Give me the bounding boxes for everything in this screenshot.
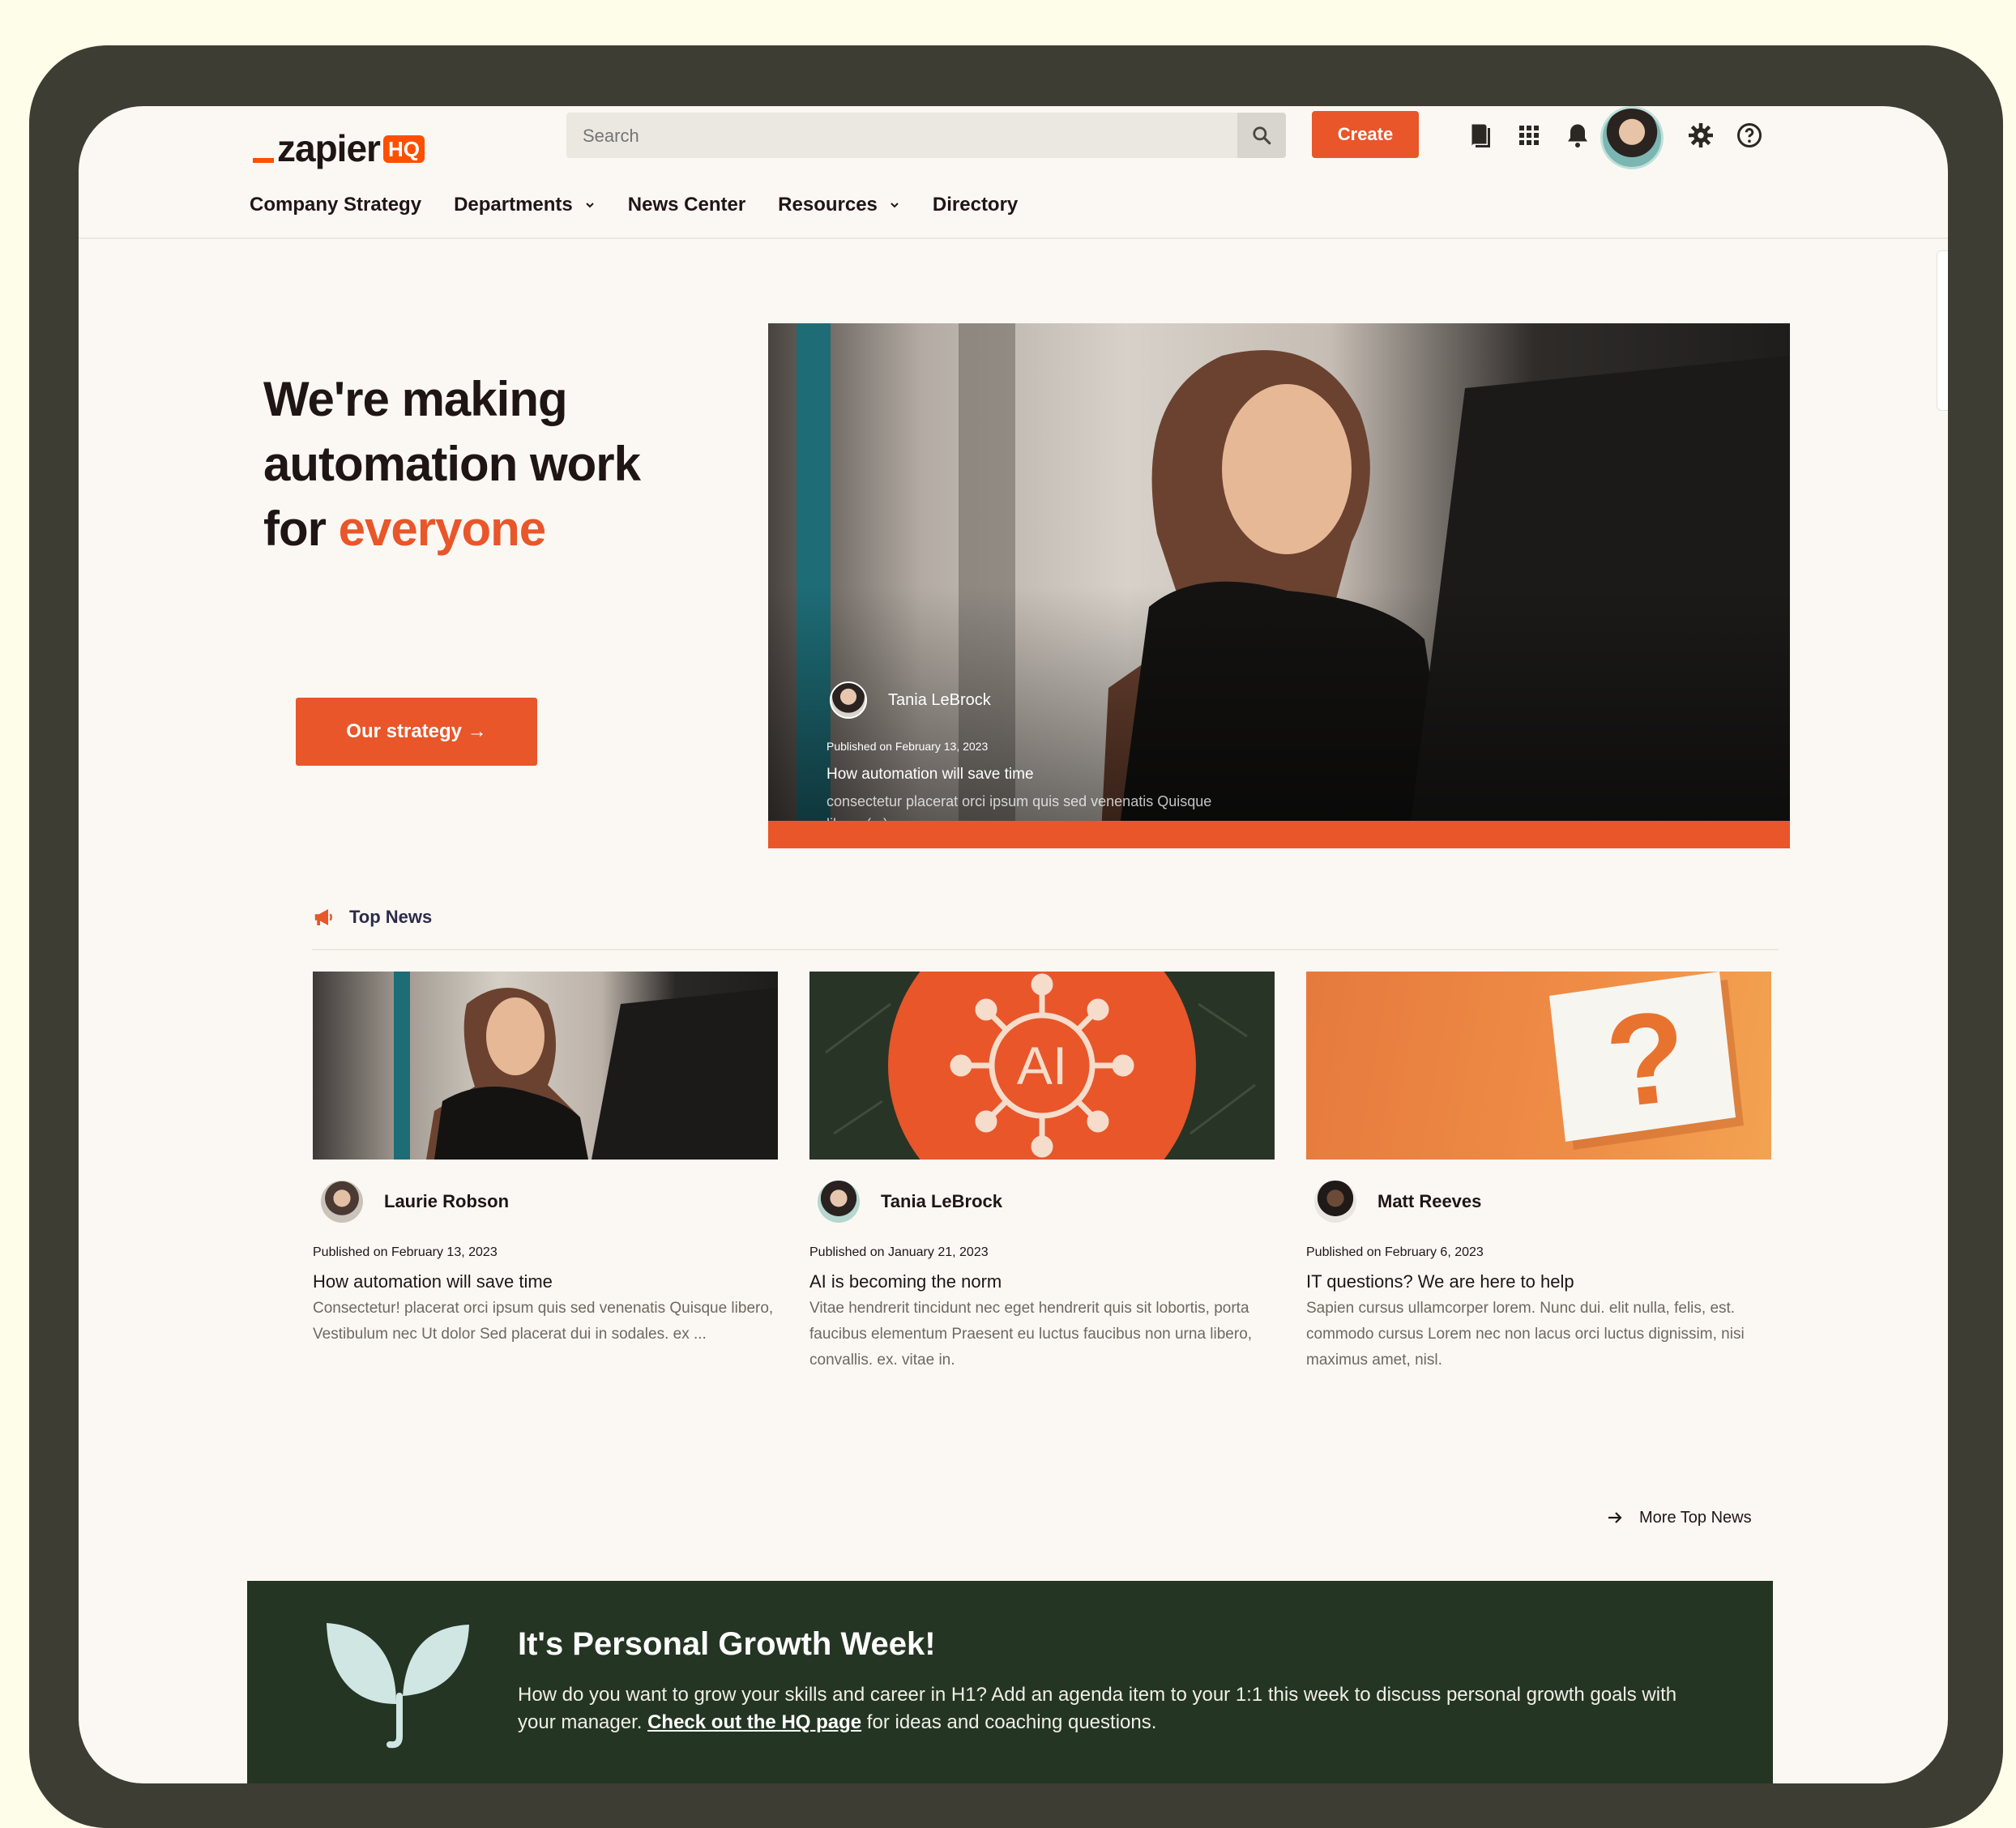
nav-label: News Center <box>627 194 746 216</box>
news-card-author[interactable]: Tania LeBrock <box>818 1181 1275 1223</box>
question-note-illustration <box>1549 972 1744 1150</box>
nav-item-company-strategy[interactable]: Company Strategy <box>250 194 421 216</box>
news-card-excerpt: Vitae hendrerit tincidunt nec eget hendr… <box>809 1300 1253 1369</box>
banner-text-after: for ideas and coaching questions. <box>861 1711 1157 1733</box>
author-avatar <box>321 1181 363 1223</box>
screen: zapier HQ Create <box>79 106 1948 1783</box>
book-icon[interactable] <box>1466 121 1495 150</box>
hero-post-date: Published on February 13, 2023 <box>826 740 989 753</box>
news-card-image[interactable]: ? <box>1306 972 1771 1160</box>
create-button[interactable]: Create <box>1312 111 1419 158</box>
hero-title-line3: for <box>263 502 339 556</box>
hero-author[interactable]: Tania LeBrock <box>830 681 991 719</box>
nav-item-news-center[interactable]: News Center <box>628 194 745 216</box>
hero-title: We're making automation work for everyon… <box>263 367 750 562</box>
search-bar[interactable] <box>566 113 1286 160</box>
nav-label: Company Strategy <box>250 194 422 216</box>
top-news-divider <box>312 949 1779 950</box>
hero-featured-post[interactable]: Tania LeBrock Published on February 13, … <box>768 323 1790 848</box>
news-card-title[interactable]: IT questions? We are here to help <box>1306 1271 1771 1292</box>
our-strategy-button[interactable]: Our strategy → <box>296 698 537 766</box>
news-card-date: Published on January 21, 2023 <box>809 1245 989 1259</box>
news-card[interactable]: Laurie Robson Published on February 13, … <box>313 972 778 1348</box>
hero-title-line2: automation work <box>263 437 641 491</box>
hero-accent-bar <box>768 821 1790 848</box>
user-avatar[interactable] <box>1600 106 1664 169</box>
bookmark-icon[interactable] <box>1946 316 1948 331</box>
logo-word: zapier <box>277 127 381 169</box>
banner-body: How do you want to grow your skills and … <box>518 1681 1693 1736</box>
author-avatar <box>1314 1181 1356 1223</box>
search-input[interactable] <box>566 113 1249 160</box>
more-top-news-link[interactable]: More Top News <box>1605 1508 1752 1527</box>
more-top-news-label: More Top News <box>1639 1508 1752 1527</box>
gear-icon[interactable] <box>1686 121 1715 150</box>
news-card-image[interactable] <box>313 972 778 1160</box>
question-thumb-text: ? <box>1599 982 1694 1135</box>
arrow-right-icon <box>1608 1512 1622 1523</box>
chevron-down-icon <box>586 203 594 208</box>
ai-thumb-text: AI <box>1016 1036 1068 1096</box>
banner-title: It's Personal Growth Week! <box>518 1626 936 1662</box>
news-card-title[interactable]: AI is becoming the norm <box>809 1271 1275 1292</box>
zapier-hq-logo[interactable]: zapier HQ <box>253 124 425 173</box>
hero-author-name: Tania LeBrock <box>888 690 991 709</box>
hero-title-accent: everyone <box>338 502 546 556</box>
author-avatar <box>818 1181 860 1223</box>
news-card-author[interactable]: Laurie Robson <box>321 1181 778 1223</box>
news-card-title[interactable]: How automation will save time <box>313 1271 778 1292</box>
author-name: Matt Reeves <box>1377 1191 1482 1211</box>
hq-page-link[interactable]: Check out the HQ page <box>647 1711 861 1733</box>
news-card-excerpt: Consectetur! placerat orci ipsum quis se… <box>313 1300 774 1343</box>
bell-icon[interactable] <box>1563 121 1592 150</box>
news-card-image[interactable]: AI <box>809 972 1275 1160</box>
device-frame: zapier HQ Create <box>29 45 2003 1828</box>
hero-post-title[interactable]: How automation will save time <box>826 766 1034 784</box>
header-divider <box>79 237 1948 239</box>
nav-label: Resources <box>778 194 878 216</box>
top-news-heading: Top News <box>312 905 432 929</box>
author-name: Laurie Robson <box>384 1191 510 1211</box>
top-news-label: Top News <box>349 907 433 927</box>
news-card-excerpt: Sapien cursus ullamcorper lorem. Nunc du… <box>1306 1300 1745 1369</box>
pencil-icon[interactable] <box>1946 347 1948 361</box>
author-name: Tania LeBrock <box>881 1191 1002 1211</box>
nav-item-departments[interactable]: Departments <box>454 194 596 216</box>
logo-dash <box>253 158 274 163</box>
nav-label: Directory <box>932 194 1019 216</box>
main-nav: Company Strategy Departments News Center… <box>250 194 1018 216</box>
analytics-icon[interactable] <box>1946 378 1948 392</box>
nav-item-directory[interactable]: Directory <box>933 194 1018 216</box>
news-card-date: Published on February 13, 2023 <box>313 1245 498 1259</box>
side-toolbar <box>1937 250 1948 411</box>
author-avatar <box>830 681 867 719</box>
chevron-left-icon[interactable] <box>1946 264 1948 279</box>
logo-badge: HQ <box>382 135 425 163</box>
photo-woman-laptop <box>394 972 778 1160</box>
news-card-date: Published on February 6, 2023 <box>1306 1245 1484 1259</box>
megaphone-icon <box>314 909 332 925</box>
personal-growth-banner: It's Personal Growth Week! How do you wa… <box>247 1581 1773 1783</box>
hero-title-line1: We're making <box>263 372 568 426</box>
nav-label: Departments <box>454 194 573 216</box>
sprout-icon <box>327 1623 469 1749</box>
nav-item-resources[interactable]: Resources <box>778 194 900 216</box>
news-card[interactable]: ? Matt Reeves Published on February 6, 2… <box>1306 972 1771 1373</box>
news-card[interactable]: AI Tania LeBrock Published on January 21… <box>809 972 1275 1373</box>
apps-grid-icon[interactable] <box>1514 121 1544 150</box>
help-icon[interactable] <box>1735 121 1764 150</box>
chevron-down-icon <box>891 203 899 208</box>
news-card-author[interactable]: Matt Reeves <box>1314 1181 1771 1223</box>
search-icon <box>1253 126 1271 145</box>
search-button[interactable] <box>1237 113 1286 158</box>
